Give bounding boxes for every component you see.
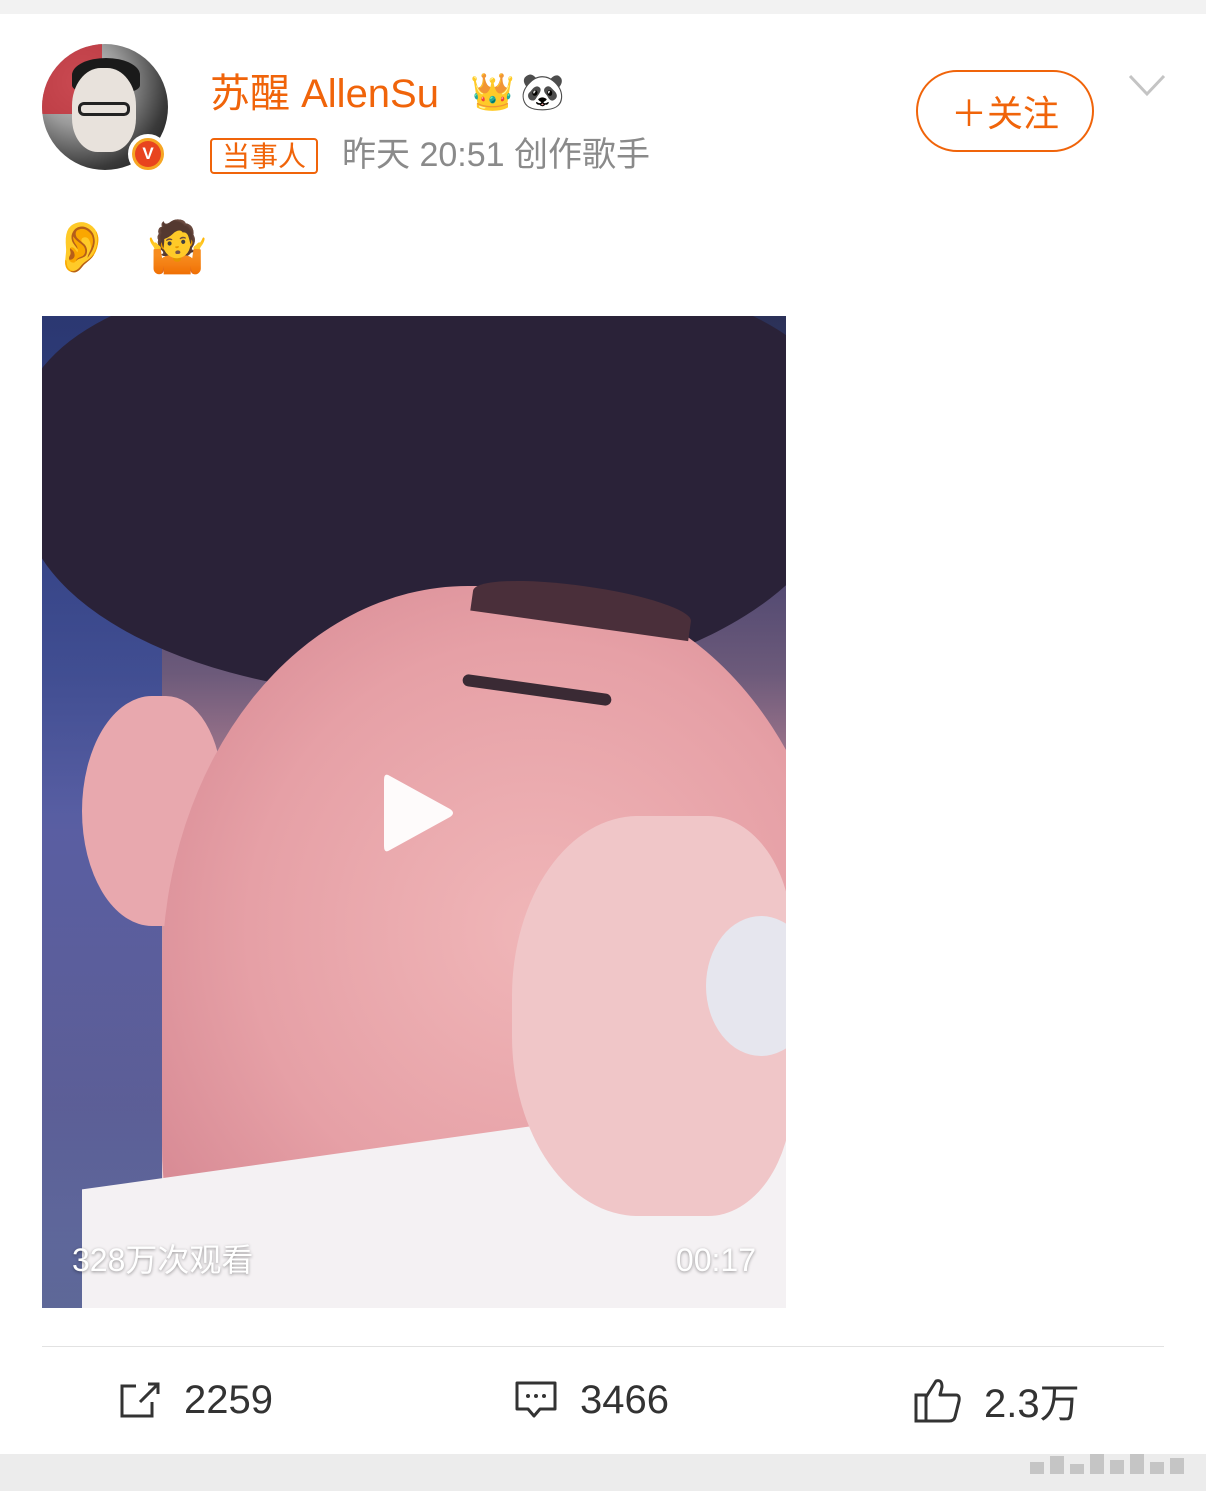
divider <box>42 1346 1164 1347</box>
comment-count: 3466 <box>580 1377 669 1422</box>
video-player[interactable]: 328万次观看 00:17 <box>42 316 786 1308</box>
panda-icon: 🐼 <box>520 71 565 112</box>
crown-icon: 👑 <box>470 71 515 112</box>
ear-icon: 👂 <box>50 219 113 275</box>
username[interactable]: 苏醒 AllenSu <box>210 66 439 122</box>
like-count: 2.3万 <box>984 1382 1080 1426</box>
watermark <box>1030 1452 1200 1474</box>
verified-icon: V <box>128 134 168 174</box>
post-meta: 昨天 20:51 创作歌手 <box>342 136 650 174</box>
bottom-bar <box>0 1454 1206 1491</box>
like-button[interactable]: 2.3万 <box>914 1370 1080 1430</box>
share-icon <box>120 1382 160 1418</box>
shrug-icon: 🤷 <box>146 219 209 275</box>
comment-button[interactable]: 3466 <box>514 1370 669 1430</box>
thumbs-up-icon <box>914 1379 961 1423</box>
video-duration: 00:17 <box>675 1242 756 1278</box>
view-count: 328万次观看 <box>72 1242 254 1278</box>
chevron-down-icon[interactable] <box>1126 70 1168 100</box>
status-badge: 当事人 <box>210 138 319 174</box>
post-text: 👂 🤷 <box>50 212 228 282</box>
share-button[interactable]: 2259 <box>118 1370 273 1430</box>
comment-icon <box>515 1381 557 1418</box>
follow-button[interactable]: ＋关注 <box>916 70 1094 152</box>
play-icon[interactable] <box>382 772 456 854</box>
share-count: 2259 <box>184 1377 273 1422</box>
